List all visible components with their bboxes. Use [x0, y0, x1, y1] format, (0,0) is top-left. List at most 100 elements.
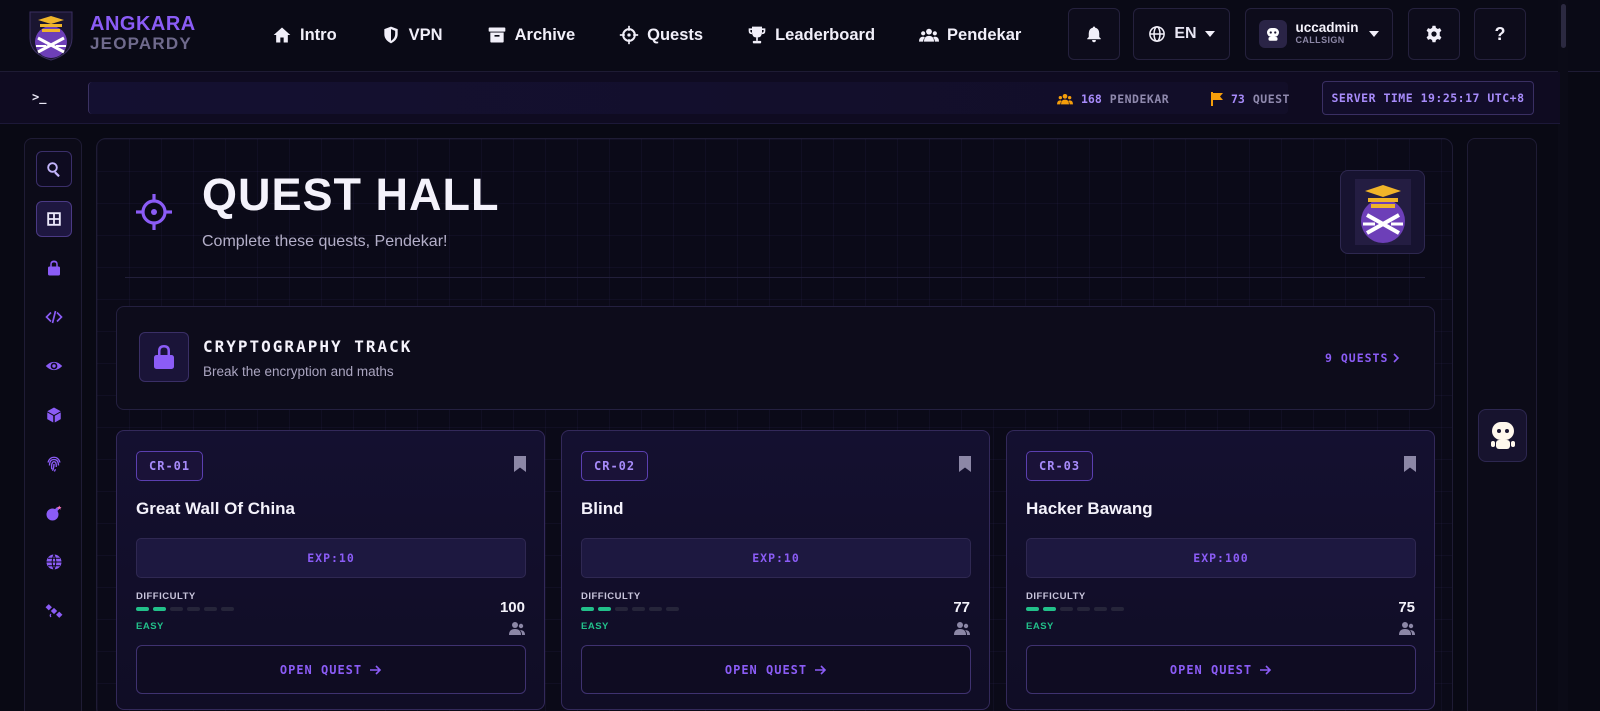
solve-count: 77 — [953, 599, 970, 616]
track-count-label: 9 QUESTS — [1325, 351, 1389, 365]
difficulty-value: EASY — [136, 621, 164, 632]
open-quest-button[interactable]: OPEN QUEST — [136, 645, 526, 694]
quest-exp: EXP:100 — [1026, 538, 1416, 578]
robot-avatar-icon — [1267, 28, 1280, 41]
main-nav: Intro VPN Archive Quests Leaderboard Pen… — [272, 22, 1065, 48]
globe-icon — [46, 554, 62, 570]
arrow-right-icon — [815, 664, 827, 675]
gear-icon — [1426, 25, 1442, 43]
server-time: SERVER TIME 19:25:17 UTC+8 — [1322, 81, 1534, 115]
difficulty-meter — [1026, 607, 1124, 611]
sidebar-item-web[interactable] — [36, 299, 72, 335]
help-button[interactable]: ? — [1474, 8, 1526, 60]
track-subtitle: Break the encryption and maths — [203, 364, 394, 379]
archive-icon — [488, 27, 505, 43]
robot-icon — [1490, 421, 1515, 449]
nav-item-label: Archive — [514, 25, 576, 44]
difficulty-segment — [581, 607, 594, 611]
sidebar-item-all[interactable] — [36, 201, 72, 237]
nav-item-quests[interactable]: Quests — [619, 22, 703, 48]
sidebar-item-crypto[interactable] — [36, 250, 72, 286]
quest-card[interactable]: CR-03 Hacker Bawang EXP:100 DIFFICULTY E… — [1006, 430, 1435, 710]
brand-logo-icon[interactable] — [28, 8, 74, 62]
open-quest-button[interactable]: OPEN QUEST — [581, 645, 971, 694]
nav-item-label: VPN — [408, 25, 443, 44]
user-menu[interactable]: uccadmin CALLSIGN — [1245, 8, 1393, 60]
nav-item-pendekar[interactable]: Pendekar — [919, 22, 1021, 48]
track-quest-count-link[interactable]: 9 QUESTS — [1325, 351, 1400, 365]
home-icon — [273, 27, 291, 43]
quest-card[interactable]: CR-02 Blind EXP:10 DIFFICULTY EASY 77 OP… — [561, 430, 990, 710]
flag-icon — [1211, 92, 1223, 106]
difficulty-segment — [666, 607, 679, 611]
bookmark-icon[interactable] — [513, 456, 527, 472]
bookmark-icon[interactable] — [1403, 456, 1417, 472]
quest-title: Blind — [581, 499, 624, 518]
difficulty-segment — [649, 607, 662, 611]
help-label: ? — [1494, 23, 1506, 44]
sidebar-item-misc[interactable] — [36, 593, 72, 629]
quest-stat: 73 QUEST — [1211, 92, 1295, 106]
chevron-down-icon — [1204, 31, 1215, 37]
sidebar-item-osint[interactable] — [36, 446, 72, 482]
shield-icon — [384, 26, 398, 44]
solve-count: 75 — [1398, 599, 1415, 616]
difficulty-segment — [632, 607, 645, 611]
crosshair-icon — [619, 25, 639, 45]
event-logo — [1340, 170, 1425, 254]
difficulty-segment — [1060, 607, 1073, 611]
sidebar-search-button[interactable] — [36, 151, 72, 187]
language-selector[interactable]: EN — [1133, 8, 1230, 60]
quest-title: Hacker Bawang — [1026, 499, 1153, 518]
difficulty-segment — [1026, 607, 1039, 611]
difficulty-segment — [1094, 607, 1107, 611]
assistant-bot-button[interactable] — [1478, 409, 1527, 462]
notifications-button[interactable] — [1068, 8, 1120, 60]
lock-icon — [48, 260, 60, 276]
arrow-right-icon — [1260, 664, 1272, 675]
status-ticker: >_ 168 PENDEKAR 73 QUEST SERVER TIME 19:… — [0, 72, 1560, 124]
track-icon — [139, 332, 189, 382]
pendekar-stat: 168 PENDEKAR — [1057, 92, 1169, 106]
difficulty-label: DIFFICULTY — [581, 591, 641, 602]
sidebar-item-pwn[interactable] — [36, 495, 72, 531]
nav-item-leaderboard[interactable]: Leaderboard — [747, 22, 875, 48]
crosshair-icon — [136, 194, 172, 230]
quest-code-badge: CR-03 — [1026, 451, 1094, 481]
difficulty-segment — [1111, 607, 1124, 611]
nav-item-label: Pendekar — [947, 25, 1022, 44]
quest-hall-panel: QUEST HALL Complete these quests, Pendek… — [96, 138, 1453, 711]
pendekar-count: 168 — [1081, 92, 1102, 106]
difficulty-segment — [1043, 607, 1056, 611]
nav-item-vpn[interactable]: VPN — [381, 22, 443, 48]
scrollbar-thumb[interactable] — [1561, 4, 1566, 48]
avatar — [1259, 20, 1288, 48]
users-icon — [1057, 94, 1073, 105]
open-quest-button[interactable]: OPEN QUEST — [1026, 645, 1416, 694]
difficulty-label: DIFFICULTY — [1026, 591, 1086, 602]
globe-icon — [1149, 26, 1166, 42]
brand-name[interactable]: ANGKARA JEOPARDY — [90, 14, 196, 54]
eye-icon — [45, 361, 63, 371]
settings-button[interactable] — [1408, 8, 1460, 60]
brand-line-1: ANGKARA — [90, 13, 196, 35]
quest-card[interactable]: CR-01 Great Wall Of China EXP:10 DIFFICU… — [116, 430, 545, 710]
sidebar-item-reversing[interactable] — [36, 397, 72, 433]
page-title: QUEST HALL — [202, 169, 500, 220]
chevron-right-icon — [1393, 353, 1400, 363]
nav-item-label: Quests — [647, 25, 704, 44]
nav-item-intro[interactable]: Intro — [272, 22, 337, 48]
category-sidebar — [24, 138, 82, 711]
sidebar-item-network[interactable] — [36, 544, 72, 580]
quest-title: Great Wall Of China — [136, 499, 296, 518]
nav-item-label: Intro — [300, 25, 337, 44]
trophy-icon — [748, 26, 766, 44]
nav-item-archive[interactable]: Archive — [487, 22, 576, 48]
difficulty-meter — [136, 607, 234, 611]
bookmark-icon[interactable] — [958, 456, 972, 472]
chevron-down-icon — [1368, 31, 1379, 37]
quest-code-badge: CR-02 — [581, 451, 649, 481]
difficulty-segment — [153, 607, 166, 611]
sidebar-item-forensics[interactable] — [36, 348, 72, 384]
bomb-icon — [46, 505, 62, 521]
